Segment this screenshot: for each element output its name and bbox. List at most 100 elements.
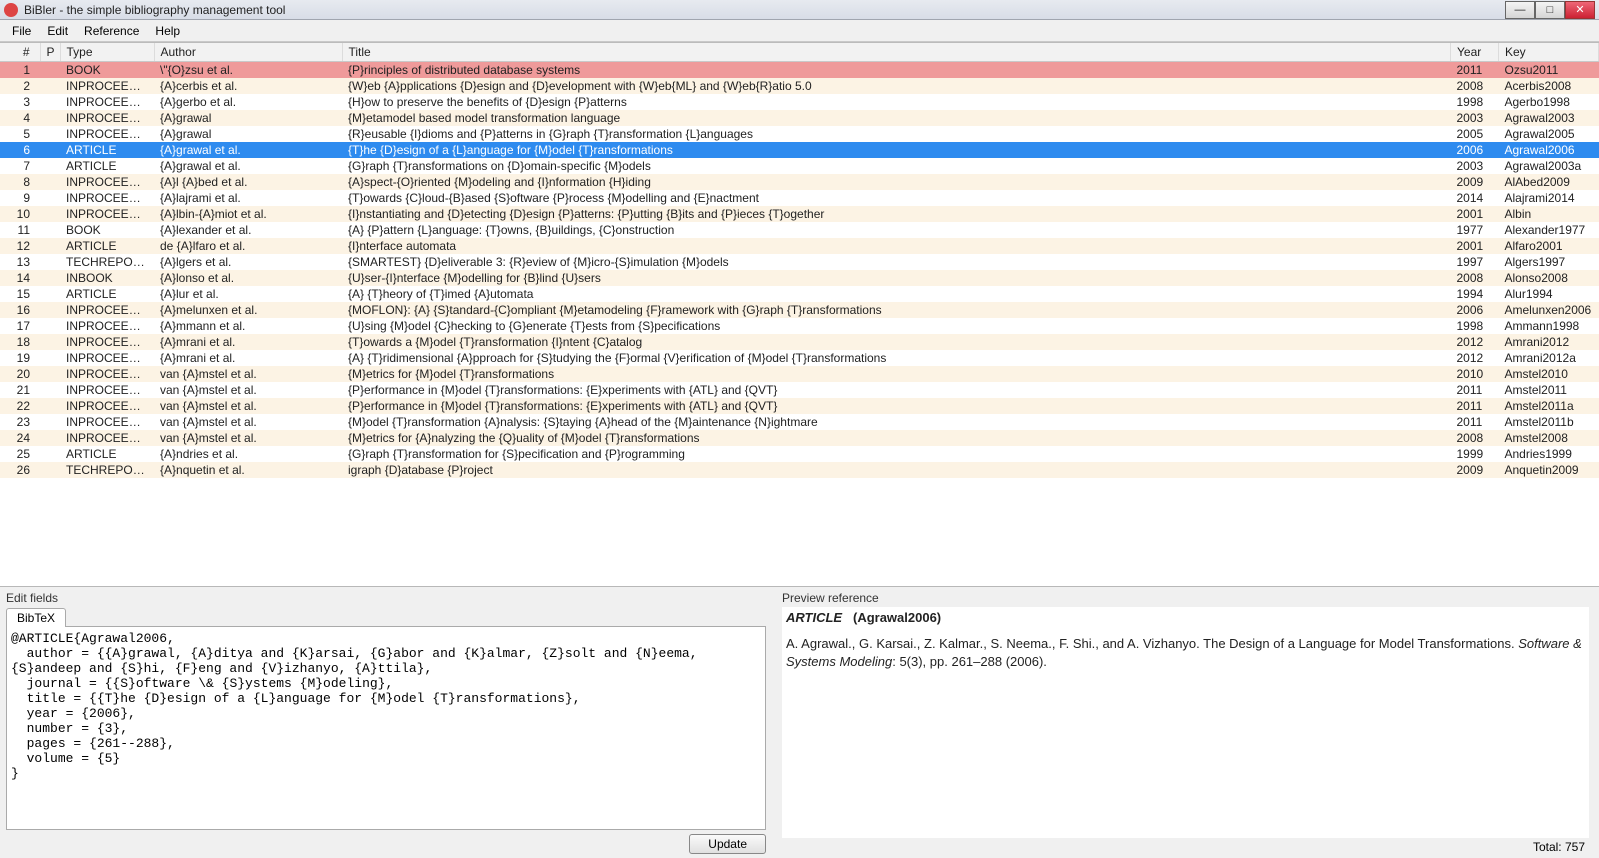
cell: {A}grawal et al. [154,158,342,174]
minimize-button[interactable]: — [1505,1,1535,19]
column-header[interactable]: Title [342,43,1451,62]
edit-pane: Edit fields BibTeX Update [0,587,772,858]
table-row[interactable]: 12ARTICLEde {A}lfaro et al.{I}nterface a… [0,238,1599,254]
table-row[interactable]: 26TECHREPORT{A}nquetin et al.igraph {D}a… [0,462,1599,478]
table-row[interactable]: 10INPROCEEDIN...{A}lbin-{A}miot et al.{I… [0,206,1599,222]
table-row[interactable]: 13TECHREPORT{A}lgers et al.{SMARTEST} {D… [0,254,1599,270]
cell: van {A}mstel et al. [154,414,342,430]
tab-bibtex[interactable]: BibTeX [6,608,66,627]
bottom-panel: Edit fields BibTeX Update Preview refere… [0,586,1599,858]
table-row[interactable]: 11BOOK{A}lexander et al.{A} {P}attern {L… [0,222,1599,238]
cell: {A}lbin-{A}miot et al. [154,206,342,222]
entries-table-wrap[interactable]: #PTypeAuthorTitleYearKey 1BOOK\"{O}zsu e… [0,42,1599,586]
menubar: FileEditReferenceHelp [0,20,1599,42]
column-header[interactable]: Key [1499,43,1599,62]
cell: ARTICLE [60,158,154,174]
cell [40,318,60,334]
cell: INPROCEEDIN... [60,190,154,206]
table-row[interactable]: 18INPROCEEDIN...{A}mrani et al.{T}owards… [0,334,1599,350]
cell: 2001 [1451,238,1499,254]
cell: AlAbed2009 [1499,174,1599,190]
cell: 3 [0,94,40,110]
cell: 2011 [1451,414,1499,430]
cell: 5 [0,126,40,142]
cell: {A}gerbo et al. [154,94,342,110]
column-header[interactable]: Author [154,43,342,62]
cell: 17 [0,318,40,334]
column-header[interactable]: P [40,43,60,62]
table-row[interactable]: 14INBOOK{A}lonso et al.{U}ser-{I}nterfac… [0,270,1599,286]
cell: Agerbo1998 [1499,94,1599,110]
table-row[interactable]: 21INPROCEEDIN...van {A}mstel et al.{P}er… [0,382,1599,398]
table-row[interactable]: 5INPROCEEDIN...{A}grawal{R}eusable {I}di… [0,126,1599,142]
cell: Amrani2012 [1499,334,1599,350]
cell: Algers1997 [1499,254,1599,270]
update-button[interactable]: Update [689,834,766,854]
table-row[interactable]: 15ARTICLE{A}lur et al.{A} {T}heory of {T… [0,286,1599,302]
cell: 2006 [1451,142,1499,158]
cell: Amrani2012a [1499,350,1599,366]
cell: 8 [0,174,40,190]
cell: {M}etrics for {A}nalyzing the {Q}uality … [342,430,1451,446]
cell: {I}nterface automata [342,238,1451,254]
cell: 2012 [1451,350,1499,366]
table-row[interactable]: 6ARTICLE{A}grawal et al.{T}he {D}esign o… [0,142,1599,158]
bibtex-editor[interactable] [11,631,761,825]
menu-help[interactable]: Help [147,22,188,40]
column-header[interactable]: Type [60,43,154,62]
table-row[interactable]: 17INPROCEEDIN...{A}mmann et al.{U}sing {… [0,318,1599,334]
table-row[interactable]: 9INPROCEEDIN...{A}lajrami et al.{T}oward… [0,190,1599,206]
cell: INPROCEEDIN... [60,78,154,94]
table-row[interactable]: 7ARTICLE{A}grawal et al.{G}raph {T}ransf… [0,158,1599,174]
cell: {U}ser-{I}nterface {M}odelling for {B}li… [342,270,1451,286]
cell: {U}sing {M}odel {C}hecking to {G}enerate… [342,318,1451,334]
cell: 1994 [1451,286,1499,302]
table-row[interactable]: 2INPROCEEDIN...{A}cerbis et al.{W}eb {A}… [0,78,1599,94]
cell: Andries1999 [1499,446,1599,462]
cell: 21 [0,382,40,398]
cell [40,414,60,430]
cell: Amstel2011a [1499,398,1599,414]
cell: 24 [0,430,40,446]
cell [40,366,60,382]
table-row[interactable]: 22INPROCEEDIN...van {A}mstel et al.{P}er… [0,398,1599,414]
column-header[interactable]: # [0,43,40,62]
table-row[interactable]: 19INPROCEEDIN...{A}mrani et al.{A} {T}ri… [0,350,1599,366]
menu-edit[interactable]: Edit [39,22,76,40]
cell: Ammann1998 [1499,318,1599,334]
table-row[interactable]: 3INPROCEEDIN...{A}gerbo et al.{H}ow to p… [0,94,1599,110]
titlebar: BiBler - the simple bibliography managem… [0,0,1599,20]
table-row[interactable]: 23INPROCEEDIN...van {A}mstel et al.{M}od… [0,414,1599,430]
menu-file[interactable]: File [4,22,39,40]
cell: 22 [0,398,40,414]
cell: INPROCEEDIN... [60,350,154,366]
cell: INPROCEEDIN... [60,430,154,446]
table-row[interactable]: 16INPROCEEDIN...{A}melunxen et al.{MOFLO… [0,302,1599,318]
cell [40,126,60,142]
cell: INPROCEEDIN... [60,398,154,414]
close-button[interactable]: ✕ [1565,1,1595,19]
cell: 2011 [1451,398,1499,414]
cell: {W}eb {A}pplications {D}esign and {D}eve… [342,78,1451,94]
cell: Alfaro2001 [1499,238,1599,254]
table-row[interactable]: 4INPROCEEDIN...{A}grawal{M}etamodel base… [0,110,1599,126]
table-row[interactable]: 1BOOK\"{O}zsu et al.{P}rinciples of dist… [0,62,1599,79]
cell: van {A}mstel et al. [154,366,342,382]
table-row[interactable]: 20INPROCEEDIN...van {A}mstel et al.{M}et… [0,366,1599,382]
table-row[interactable]: 8INPROCEEDIN...{A}l {A}bed et al.{A}spec… [0,174,1599,190]
cell: {MOFLON}: {A} {S}tandard-{C}ompliant {M}… [342,302,1451,318]
menu-reference[interactable]: Reference [76,22,147,40]
cell: Alajrami2014 [1499,190,1599,206]
cell: {A}nquetin et al. [154,462,342,478]
table-row[interactable]: 24INPROCEEDIN...van {A}mstel et al.{M}et… [0,430,1599,446]
maximize-button[interactable]: □ [1535,1,1565,19]
app-icon [4,3,18,17]
cell: 16 [0,302,40,318]
cell [40,62,60,79]
cell: {M}etamodel based model transformation l… [342,110,1451,126]
cell: Amstel2011 [1499,382,1599,398]
cell: Agrawal2003 [1499,110,1599,126]
table-row[interactable]: 25ARTICLE{A}ndries et al.{G}raph {T}rans… [0,446,1599,462]
column-header[interactable]: Year [1451,43,1499,62]
preview-body: ARTICLE (Agrawal2006) A. Agrawal., G. Ka… [782,607,1589,838]
